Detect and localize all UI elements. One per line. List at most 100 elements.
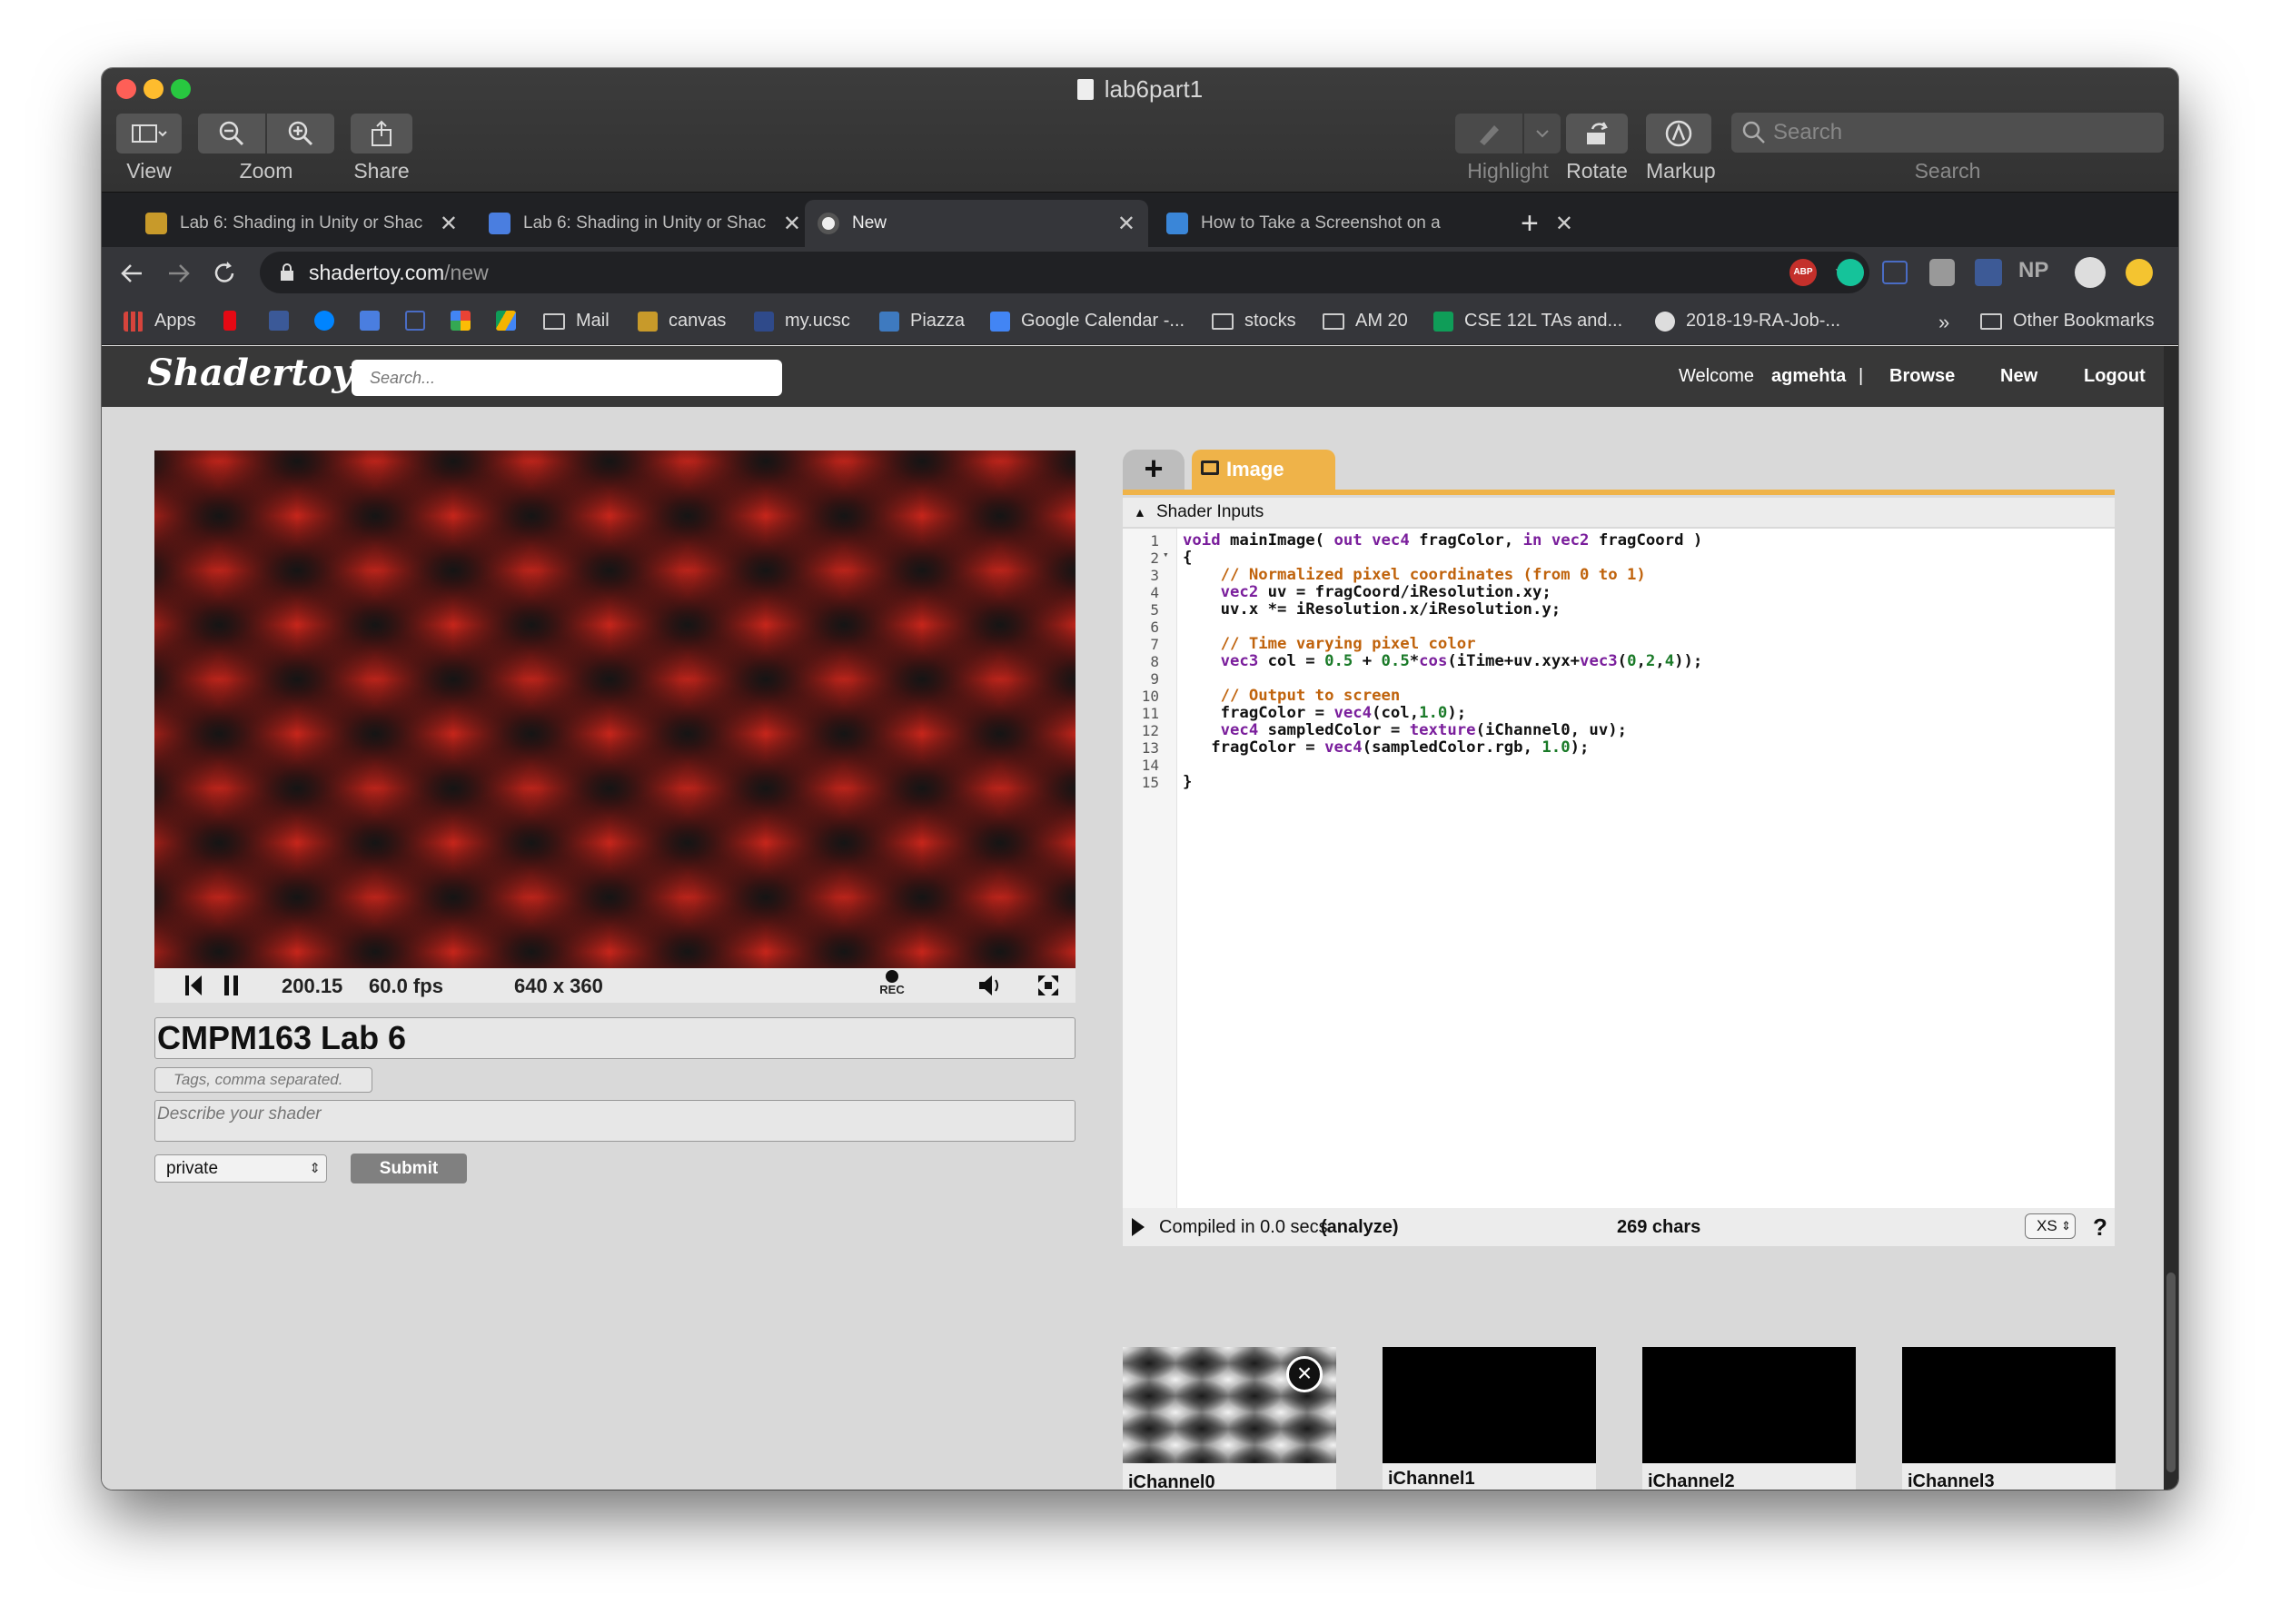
submit-button[interactable]: Submit bbox=[351, 1154, 467, 1183]
bookmark-facebook[interactable] bbox=[269, 311, 300, 331]
description-input[interactable]: Describe your shader bbox=[154, 1100, 1076, 1142]
username-link[interactable]: agmehta bbox=[1771, 366, 1846, 387]
new-tab-button[interactable]: + bbox=[1508, 200, 1562, 247]
code-line: void mainImage( out vec4 fragColor, in v… bbox=[1183, 531, 1703, 550]
notification-icon[interactable] bbox=[2126, 259, 2153, 286]
browser-tab-strip: Lab 6: Shading in Unity or Shac ✕ Lab 6:… bbox=[102, 193, 2178, 247]
sidebar-icon bbox=[132, 124, 167, 143]
bookmark-apps[interactable]: Apps bbox=[124, 311, 196, 332]
font-size-select[interactable]: XS ⇕ bbox=[2025, 1213, 2076, 1239]
welcome-text: Welcome bbox=[1679, 366, 1754, 386]
bookmark-piazza[interactable]: Piazza bbox=[879, 311, 965, 332]
browse-link[interactable]: Browse bbox=[1889, 366, 1955, 387]
tab-image[interactable]: Image bbox=[1192, 450, 1335, 490]
logout-link[interactable]: Logout bbox=[2084, 366, 2146, 387]
bookmark-ra-job[interactable]: 2018-19-RA-Job-... bbox=[1655, 311, 1840, 332]
rotate-button[interactable] bbox=[1566, 114, 1628, 153]
channel-3-empty-thumbnail[interactable] bbox=[1902, 1347, 2116, 1463]
tab-lab6-docs[interactable]: Lab 6: Shading in Unity or Shac ✕ bbox=[476, 200, 814, 247]
highlight-button[interactable] bbox=[1455, 114, 1522, 153]
code-editor[interactable]: 1 2 3 4 5 6 7 8 9 10 11 12 13 14 15 ▾ vo… bbox=[1123, 529, 2115, 1208]
bookmarks-overflow[interactable]: » bbox=[1938, 311, 1949, 334]
grammarly-icon[interactable] bbox=[1837, 259, 1864, 286]
channel-0[interactable]: × iChannel0 ⚙ bbox=[1123, 1347, 1336, 1490]
avatar[interactable] bbox=[2075, 257, 2106, 288]
remove-channel-icon[interactable]: × bbox=[1286, 1356, 1323, 1392]
bookmark-am20-folder[interactable]: AM 20 bbox=[1323, 311, 1408, 332]
bookmark-messenger[interactable] bbox=[314, 311, 345, 331]
pause-icon[interactable] bbox=[223, 975, 240, 995]
view-button[interactable] bbox=[116, 114, 182, 153]
bookmark-netflix[interactable] bbox=[223, 311, 247, 331]
volume-icon[interactable] bbox=[977, 974, 1005, 997]
bookmark-canvas[interactable]: canvas bbox=[638, 311, 726, 332]
code-line: uv.x *= iResolution.x/iResolution.y; bbox=[1183, 600, 1561, 619]
fullscreen-icon[interactable] bbox=[1037, 975, 1059, 996]
bookmark-mail-folder[interactable]: Mail bbox=[543, 311, 610, 332]
bookmark-google-calendar[interactable]: Google Calendar -... bbox=[990, 311, 1185, 332]
channel-3-label: iChannel3 bbox=[1908, 1471, 1995, 1490]
bookmark-myucsc[interactable]: my.ucsc bbox=[754, 311, 850, 332]
page-scrollbar[interactable] bbox=[2164, 346, 2178, 1490]
tags-input[interactable]: Tags, comma separated. bbox=[154, 1067, 372, 1093]
shader-canvas[interactable] bbox=[154, 451, 1076, 968]
fold-arrow-icon[interactable]: ▾ bbox=[1163, 549, 1169, 560]
visibility-select[interactable]: private ⇕ bbox=[154, 1154, 327, 1183]
tab-lab6-canvas[interactable]: Lab 6: Shading in Unity or Shac ✕ bbox=[133, 200, 471, 247]
pinwheel-icon bbox=[451, 311, 471, 331]
channel-1-empty-thumbnail[interactable] bbox=[1383, 1347, 1596, 1463]
forward-arrow-icon[interactable] bbox=[165, 260, 193, 287]
close-tab-icon[interactable]: ✕ bbox=[1117, 211, 1135, 237]
extension-icon[interactable] bbox=[1929, 259, 1955, 286]
search-icon bbox=[1742, 121, 1765, 144]
preview-search-field[interactable]: Search bbox=[1731, 113, 2164, 153]
np-extension-icon[interactable]: NP bbox=[2018, 258, 2048, 283]
zoom-in-button[interactable] bbox=[267, 114, 334, 153]
shader-inputs-toggle[interactable]: ▲ Shader Inputs bbox=[1123, 498, 2115, 527]
ucsc-canvas-icon bbox=[145, 213, 167, 234]
analyze-link[interactable]: (analyze) bbox=[1321, 1208, 1399, 1246]
channel-3[interactable]: iChannel3 bbox=[1902, 1347, 2116, 1490]
highlight-menu-button[interactable] bbox=[1524, 114, 1561, 153]
bookmark-drive[interactable] bbox=[496, 311, 527, 331]
markup-button[interactable] bbox=[1646, 114, 1711, 153]
channel-2-label: iChannel2 bbox=[1648, 1471, 1735, 1490]
record-button[interactable]: REC bbox=[874, 970, 910, 996]
tab-new-shadertoy[interactable]: New ✕ bbox=[805, 200, 1148, 247]
shadertoy-logo[interactable]: Shadertoy bbox=[147, 352, 353, 394]
adblock-icon[interactable]: ABP bbox=[1789, 259, 1817, 286]
zoom-out-button[interactable] bbox=[198, 114, 265, 153]
channel-1[interactable]: iChannel1 bbox=[1383, 1347, 1596, 1490]
bookmark-cse12l[interactable]: CSE 12L TAs and... bbox=[1433, 311, 1622, 332]
bookmark-docs[interactable] bbox=[360, 311, 391, 331]
channel-1-label: iChannel1 bbox=[1388, 1469, 1475, 1489]
bookmark-link[interactable] bbox=[405, 311, 436, 331]
bookmark-other-folder[interactable]: Other Bookmarks bbox=[1980, 311, 2155, 332]
channel-2-empty-thumbnail[interactable] bbox=[1642, 1347, 1856, 1463]
url-bar[interactable]: shadertoy.com/new ☆ bbox=[260, 252, 1869, 293]
rewind-icon[interactable] bbox=[185, 975, 203, 995]
new-link[interactable]: New bbox=[2000, 366, 2037, 387]
bookmark-stocks-folder[interactable]: stocks bbox=[1212, 311, 1296, 332]
bookmark-pinwheel[interactable] bbox=[451, 311, 481, 331]
google-drive-icon bbox=[496, 311, 516, 331]
highlight-label: Highlight bbox=[1467, 159, 1549, 183]
add-pass-button[interactable]: + bbox=[1123, 450, 1185, 490]
help-button[interactable]: ? bbox=[2093, 1208, 2107, 1246]
close-tab-icon[interactable]: ✕ bbox=[783, 211, 801, 237]
reload-icon[interactable] bbox=[211, 260, 238, 287]
back-arrow-icon[interactable] bbox=[118, 260, 145, 287]
shadertoy-icon bbox=[818, 213, 839, 234]
compile-play-icon[interactable] bbox=[1132, 1218, 1145, 1236]
shadertoy-search-input[interactable]: Search... bbox=[352, 360, 782, 396]
extension-icon[interactable] bbox=[1975, 259, 2002, 286]
close-tab-icon[interactable]: ✕ bbox=[440, 211, 458, 237]
channel-2[interactable]: iChannel2 bbox=[1642, 1347, 1856, 1490]
shader-title-input[interactable]: CMPM163 Lab 6 bbox=[154, 1017, 1076, 1059]
zoom-label: Zoom bbox=[239, 159, 293, 183]
share-button[interactable] bbox=[351, 114, 412, 153]
extension-icon[interactable] bbox=[1882, 261, 1908, 284]
scrollbar-thumb[interactable] bbox=[2166, 1272, 2176, 1472]
